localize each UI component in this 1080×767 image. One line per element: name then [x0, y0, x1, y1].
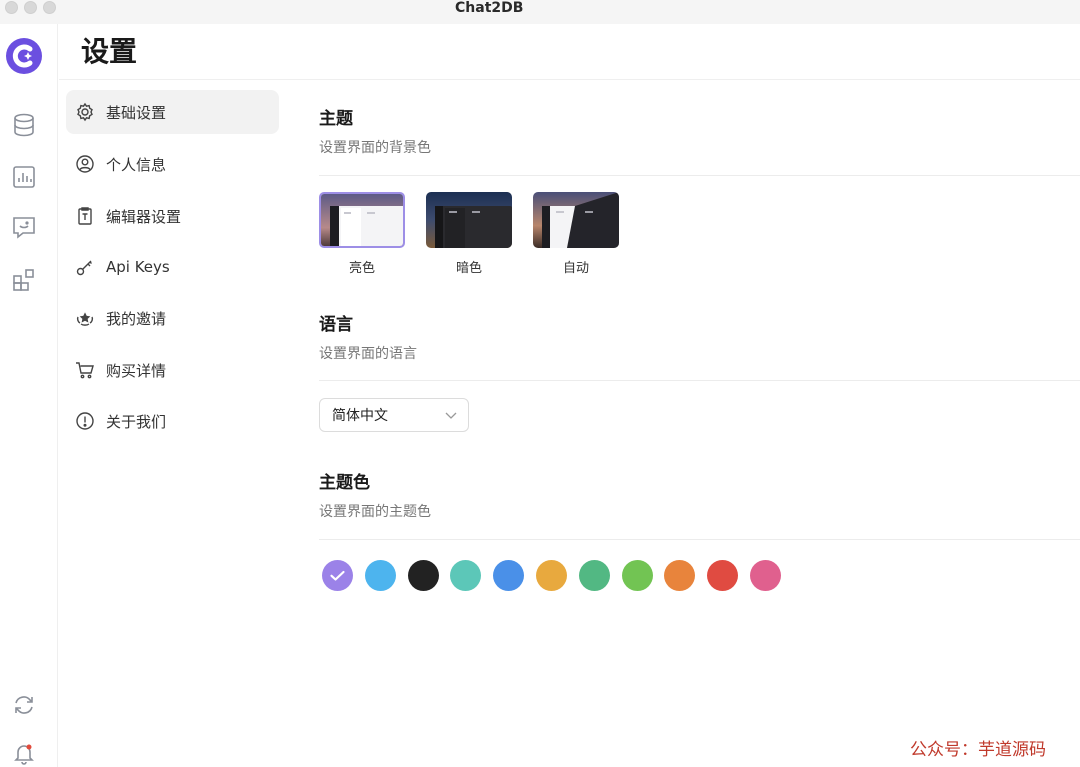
- language-select[interactable]: 简体中文: [319, 398, 469, 432]
- bell-icon[interactable]: [11, 741, 37, 767]
- menu-item-label: Api Keys: [106, 258, 170, 276]
- language-section-title: 语言: [319, 315, 353, 335]
- divider: [319, 175, 1080, 176]
- menu-item-purchase-details[interactable]: 购买详情: [66, 348, 279, 392]
- theme-section-desc: 设置界面的背景色: [319, 140, 431, 156]
- theme-color-swatch[interactable]: [578, 560, 610, 591]
- theme-color-section-title: 主题色: [319, 473, 370, 493]
- info-icon: [74, 410, 96, 432]
- theme-color-swatch[interactable]: [322, 560, 353, 591]
- theme-color-swatch[interactable]: [707, 560, 739, 591]
- language-section-desc: 设置界面的语言: [319, 346, 417, 362]
- key-icon: [74, 256, 96, 278]
- page-title: 设置: [81, 35, 138, 68]
- chart-icon[interactable]: [11, 164, 37, 190]
- menu-item-editor-settings[interactable]: 编辑器设置: [66, 194, 279, 238]
- theme-color-swatch[interactable]: [407, 560, 439, 591]
- theme-option-label: 自动: [562, 261, 589, 276]
- window-title: Chat2DB: [455, 0, 524, 16]
- menu-item-label: 基础设置: [106, 103, 167, 122]
- theme-color-swatch[interactable]: [364, 560, 396, 591]
- watermark: 公众号：芋道源码: [910, 740, 1046, 760]
- sync-icon[interactable]: [11, 692, 37, 718]
- app-window: Chat2DB 设置 基础设置 个人信息 编辑器设置 Api Keys 我的邀请…: [0, 0, 1080, 767]
- menu-item-profile[interactable]: 个人信息: [66, 142, 279, 186]
- theme-option-dark[interactable]: [426, 192, 512, 248]
- theme-option-label: 暗色: [455, 261, 482, 276]
- apps-icon[interactable]: [11, 267, 37, 293]
- chat-icon[interactable]: [11, 215, 37, 241]
- user-icon: [74, 153, 96, 175]
- menu-item-label: 购买详情: [106, 361, 167, 380]
- menu-item-api-keys[interactable]: Api Keys: [66, 245, 279, 289]
- theme-section-title: 主题: [319, 109, 353, 129]
- menu-item-about-us[interactable]: 关于我们: [66, 399, 279, 443]
- page-header: 设置: [59, 24, 1080, 80]
- menu-item-label: 我的邀请: [106, 309, 167, 328]
- chevron-down-icon: [445, 412, 457, 419]
- theme-color-swatch[interactable]: [621, 560, 653, 591]
- menu-item-basic-settings[interactable]: 基础设置: [66, 90, 279, 134]
- divider: [319, 380, 1080, 381]
- cart-icon: [74, 359, 96, 381]
- theme-color-swatch[interactable]: [450, 560, 482, 591]
- menu-item-label: 编辑器设置: [106, 207, 182, 226]
- theme-color-swatch[interactable]: [536, 560, 567, 591]
- theme-option-auto[interactable]: [533, 192, 619, 248]
- theme-color-swatch[interactable]: [664, 560, 696, 591]
- theme-color-section-desc: 设置界面的主题色: [319, 504, 431, 520]
- settings-menu: 基础设置 个人信息 编辑器设置 Api Keys 我的邀请 购买详情 关于我们: [59, 80, 299, 767]
- checkmark-icon: [330, 570, 345, 581]
- invite-icon: [74, 307, 96, 329]
- theme-color-swatch[interactable]: [750, 560, 781, 591]
- menu-item-label: 个人信息: [106, 155, 167, 174]
- gear-icon: [74, 101, 96, 123]
- icon-rail: [0, 24, 58, 767]
- language-select-value: 简体中文: [332, 408, 388, 424]
- menu-item-label: 关于我们: [106, 412, 167, 431]
- title-bar: Chat2DB: [0, 0, 1080, 24]
- menu-item-invitations[interactable]: 我的邀请: [66, 296, 279, 340]
- app-logo-icon[interactable]: [6, 38, 42, 74]
- theme-option-light[interactable]: [319, 192, 405, 248]
- editor-icon: [74, 205, 96, 227]
- divider: [319, 539, 1080, 540]
- theme-option-label: 亮色: [348, 261, 375, 276]
- theme-color-swatch[interactable]: [493, 560, 525, 591]
- database-icon[interactable]: [11, 112, 37, 138]
